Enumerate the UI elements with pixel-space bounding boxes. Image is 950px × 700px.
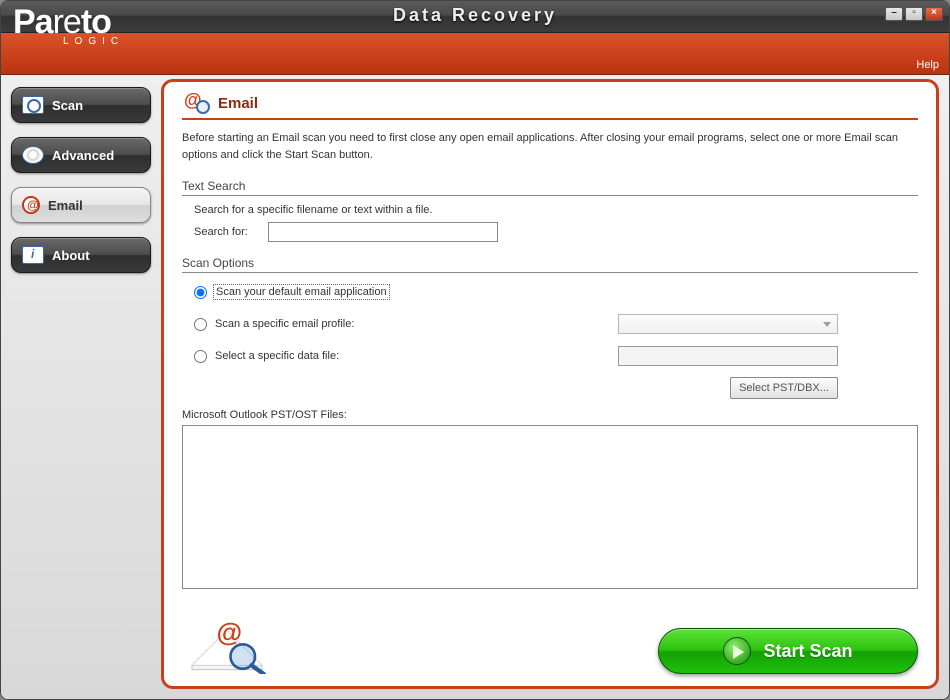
panel-title: Email — [218, 95, 258, 112]
screen-magnifier-icon — [22, 96, 44, 114]
email-magnifier-icon — [182, 92, 210, 114]
start-scan-label: Start Scan — [763, 641, 852, 662]
brand-logo: Pareto LOGIC — [13, 9, 124, 46]
files-list-box[interactable] — [182, 425, 918, 589]
brand-sub: LOGIC — [63, 38, 124, 46]
sidebar-item-scan[interactable]: Scan — [11, 87, 151, 123]
sidebar-item-label: About — [52, 248, 90, 263]
titlebar: Data Recovery – ▫ × — [1, 1, 949, 33]
sidebar: Scan Advanced Email About — [1, 75, 161, 699]
envelope-magnifier-icon: @ — [182, 604, 272, 674]
restore-button[interactable]: ▫ — [905, 7, 923, 21]
info-icon — [22, 246, 44, 264]
datafile-textbox[interactable] — [618, 346, 838, 366]
text-search-subtext: Search for a specific filename or text w… — [182, 204, 918, 216]
scan-options-heading: Scan Options — [182, 256, 918, 273]
svg-text:@: @ — [217, 617, 243, 647]
window-controls: – ▫ × — [885, 7, 943, 21]
play-arrow-icon — [723, 637, 751, 665]
body-area: Scan Advanced Email About Email Before s… — [1, 75, 949, 699]
sidebar-item-label: Scan — [52, 98, 83, 113]
option-profile-label[interactable]: Scan a specific email profile: — [215, 318, 354, 330]
sidebar-item-advanced[interactable]: Advanced — [11, 137, 151, 173]
search-for-row: Search for: — [182, 222, 918, 242]
sidebar-item-email[interactable]: Email — [11, 187, 151, 223]
scan-options-block: Scan your default email application Scan… — [182, 281, 918, 399]
search-for-label: Search for: — [194, 226, 258, 238]
select-file-button[interactable]: Select PST/DBX... — [730, 377, 838, 399]
app-title: Data Recovery — [393, 5, 557, 26]
footer-row: @ Start Scan — [182, 604, 918, 674]
profile-combobox[interactable] — [618, 314, 838, 334]
option-profile-row: Scan a specific email profile: — [194, 313, 918, 335]
option-default-label[interactable]: Scan your default email application — [215, 286, 388, 298]
panel-header: Email — [182, 92, 918, 120]
option-profile-radio[interactable] — [194, 318, 207, 331]
intro-text: Before starting an Email scan you need t… — [182, 130, 918, 163]
option-file-radio[interactable] — [194, 350, 207, 363]
search-input[interactable] — [268, 222, 498, 242]
main-panel: Email Before starting an Email scan you … — [161, 79, 939, 689]
sidebar-item-label: Email — [48, 198, 83, 213]
sidebar-item-label: Advanced — [52, 148, 114, 163]
select-file-row: Select PST/DBX... — [194, 377, 918, 399]
option-file-row: Select a specific data file: — [194, 345, 918, 367]
option-default-radio[interactable] — [194, 286, 207, 299]
option-default-row: Scan your default email application — [194, 281, 918, 303]
help-link[interactable]: Help — [916, 59, 939, 71]
minimize-button[interactable]: – — [885, 7, 903, 21]
email-at-icon — [22, 196, 40, 214]
disk-icon — [22, 146, 44, 164]
app-window: Data Recovery – ▫ × Pareto LOGIC Help Sc… — [0, 0, 950, 700]
sidebar-item-about[interactable]: About — [11, 237, 151, 273]
option-file-label[interactable]: Select a specific data file: — [215, 350, 339, 362]
close-button[interactable]: × — [925, 7, 943, 21]
text-search-heading: Text Search — [182, 179, 918, 196]
start-scan-button[interactable]: Start Scan — [658, 628, 918, 674]
files-list-label: Microsoft Outlook PST/OST Files: — [182, 409, 918, 421]
topstrip: Pareto LOGIC Help — [1, 33, 949, 75]
